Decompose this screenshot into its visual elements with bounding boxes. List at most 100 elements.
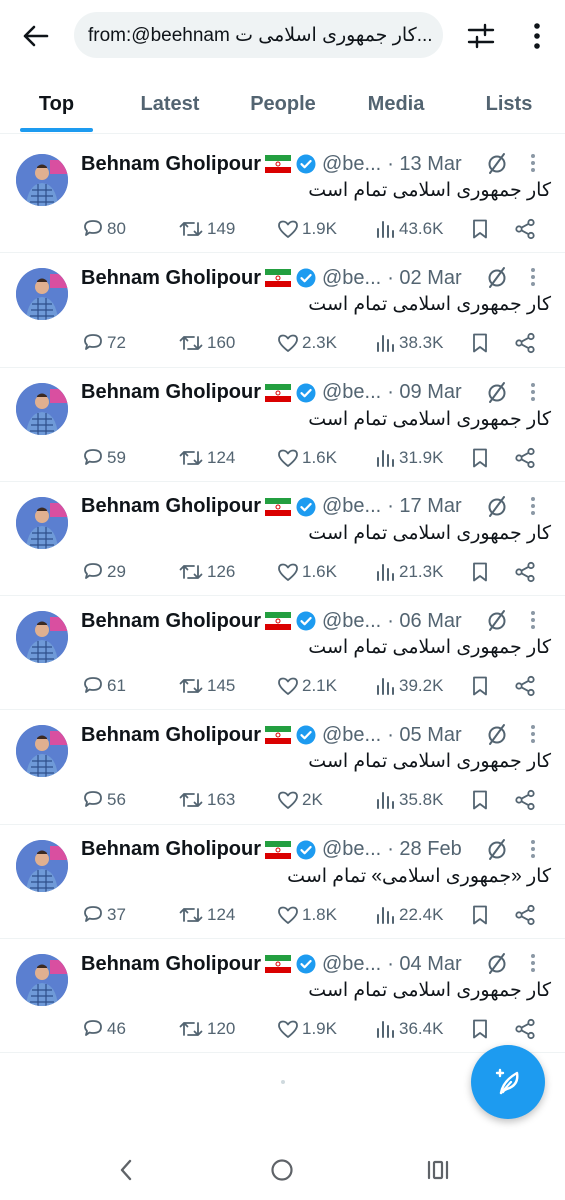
tweet-date[interactable]: · 17 Mar bbox=[387, 495, 461, 518]
back-button[interactable] bbox=[18, 18, 54, 54]
share-button[interactable] bbox=[514, 673, 539, 699]
bookmark-button[interactable] bbox=[470, 330, 493, 356]
compose-button[interactable] bbox=[471, 1045, 545, 1119]
tweet-more-icon[interactable] bbox=[530, 267, 536, 287]
author-handle[interactable]: @be... bbox=[322, 838, 381, 861]
reply-button[interactable]: 72 bbox=[82, 330, 126, 356]
system-home-button[interactable] bbox=[262, 1154, 302, 1186]
share-button[interactable] bbox=[514, 1016, 539, 1042]
share-button[interactable] bbox=[514, 787, 539, 813]
views-button[interactable]: 31.9K bbox=[374, 445, 443, 471]
author-name[interactable]: Behnam Gholipour bbox=[81, 267, 261, 290]
tab-latest[interactable]: Latest bbox=[128, 74, 212, 134]
share-button[interactable] bbox=[514, 559, 539, 585]
avatar[interactable] bbox=[16, 954, 68, 1007]
views-button[interactable]: 21.3K bbox=[374, 559, 443, 585]
retweet-button[interactable]: 120 bbox=[178, 1016, 235, 1042]
tweet[interactable]: Behnam Gholipour 🇮🇷 @be... · 04 Mar کار … bbox=[0, 939, 565, 1054]
avatar[interactable] bbox=[16, 611, 68, 664]
like-button[interactable]: 2.3K bbox=[277, 330, 337, 356]
author-handle[interactable]: @be... bbox=[322, 610, 381, 633]
tweet-more-icon[interactable] bbox=[530, 610, 536, 630]
avatar[interactable] bbox=[16, 839, 68, 892]
avatar[interactable] bbox=[16, 382, 68, 435]
like-button[interactable]: 1.9K bbox=[277, 1016, 337, 1042]
tweet[interactable]: Behnam Gholipour 🇮🇷 @be... · 13 Mar کار … bbox=[0, 139, 565, 254]
system-back-button[interactable] bbox=[106, 1154, 146, 1186]
like-button[interactable]: 1.9K bbox=[277, 216, 337, 242]
reply-button[interactable]: 80 bbox=[82, 216, 126, 242]
reply-button[interactable]: 46 bbox=[82, 1016, 126, 1042]
tab-top[interactable]: Top bbox=[18, 74, 95, 134]
tweet-more-icon[interactable] bbox=[530, 953, 536, 973]
retweet-button[interactable]: 124 bbox=[178, 445, 235, 471]
tab-people[interactable]: People bbox=[238, 74, 328, 134]
author-handle[interactable]: @be... bbox=[322, 724, 381, 747]
bookmark-button[interactable] bbox=[470, 673, 493, 699]
like-button[interactable]: 1.8K bbox=[277, 902, 337, 928]
author-handle[interactable]: @be... bbox=[322, 153, 381, 176]
bookmark-button[interactable] bbox=[470, 559, 493, 585]
tweet-more-icon[interactable] bbox=[530, 382, 536, 402]
like-button[interactable]: 2.1K bbox=[277, 673, 337, 699]
bookmark-button[interactable] bbox=[470, 902, 493, 928]
tweet[interactable]: Behnam Gholipour 🇮🇷 @be... · 28 Feb کار … bbox=[0, 825, 565, 940]
author-name[interactable]: Behnam Gholipour bbox=[81, 381, 261, 404]
tweet-more-icon[interactable] bbox=[530, 153, 536, 173]
search-input[interactable]: from:@beehnam كار جمهوری اسلامی ت... bbox=[74, 12, 443, 58]
retweet-button[interactable]: 163 bbox=[178, 787, 235, 813]
author-handle[interactable]: @be... bbox=[322, 953, 381, 976]
share-button[interactable] bbox=[514, 330, 539, 356]
views-button[interactable]: 22.4K bbox=[374, 902, 443, 928]
search-filter-button[interactable] bbox=[462, 17, 500, 55]
tab-media[interactable]: Media bbox=[356, 74, 436, 134]
retweet-button[interactable]: 160 bbox=[178, 330, 235, 356]
author-handle[interactable]: @be... bbox=[322, 267, 381, 290]
tweet[interactable]: Behnam Gholipour 🇮🇷 @be... · 09 Mar کار … bbox=[0, 368, 565, 482]
tweet[interactable]: Behnam Gholipour 🇮🇷 @be... · 05 Mar کار … bbox=[0, 710, 565, 825]
author-name[interactable]: Behnam Gholipour bbox=[81, 953, 261, 976]
tweet-more-icon[interactable] bbox=[530, 839, 536, 859]
more-options-button[interactable] bbox=[520, 17, 554, 55]
author-name[interactable]: Behnam Gholipour bbox=[81, 495, 261, 518]
bookmark-button[interactable] bbox=[470, 1016, 493, 1042]
tweet-date[interactable]: · 04 Mar bbox=[387, 953, 461, 976]
like-button[interactable]: 1.6K bbox=[277, 445, 337, 471]
avatar[interactable] bbox=[16, 268, 68, 321]
tweet-date[interactable]: · 13 Mar bbox=[387, 153, 461, 176]
views-button[interactable]: 35.8K bbox=[374, 787, 443, 813]
tweet-date[interactable]: · 02 Mar bbox=[387, 267, 461, 290]
retweet-button[interactable]: 126 bbox=[178, 559, 235, 585]
reply-button[interactable]: 37 bbox=[82, 902, 126, 928]
bookmark-button[interactable] bbox=[470, 445, 493, 471]
reply-button[interactable]: 61 bbox=[82, 673, 126, 699]
tweet-date[interactable]: · 09 Mar bbox=[387, 381, 461, 404]
author-name[interactable]: Behnam Gholipour bbox=[81, 724, 261, 747]
share-button[interactable] bbox=[514, 902, 539, 928]
author-name[interactable]: Behnam Gholipour bbox=[81, 838, 261, 861]
retweet-button[interactable]: 149 bbox=[178, 216, 235, 242]
tweet[interactable]: Behnam Gholipour 🇮🇷 @be... · 17 Mar کار … bbox=[0, 482, 565, 597]
author-name[interactable]: Behnam Gholipour bbox=[81, 153, 261, 176]
views-button[interactable]: 39.2K bbox=[374, 673, 443, 699]
avatar[interactable] bbox=[16, 154, 68, 206]
retweet-button[interactable]: 124 bbox=[178, 902, 235, 928]
like-button[interactable]: 2K bbox=[277, 787, 323, 813]
views-button[interactable]: 38.3K bbox=[374, 330, 443, 356]
avatar[interactable] bbox=[16, 496, 68, 549]
tweet-more-icon[interactable] bbox=[530, 496, 536, 516]
tweet[interactable]: Behnam Gholipour 🇮🇷 @be... · 02 Mar کار … bbox=[0, 253, 565, 368]
views-button[interactable]: 36.4K bbox=[374, 1016, 443, 1042]
share-button[interactable] bbox=[514, 216, 539, 242]
author-handle[interactable]: @be... bbox=[322, 381, 381, 404]
tab-lists[interactable]: Lists bbox=[474, 74, 544, 134]
share-button[interactable] bbox=[514, 445, 539, 471]
avatar[interactable] bbox=[16, 725, 68, 778]
author-name[interactable]: Behnam Gholipour bbox=[81, 610, 261, 633]
system-recents-button[interactable] bbox=[418, 1154, 458, 1186]
tweet-date[interactable]: · 06 Mar bbox=[387, 610, 461, 633]
reply-button[interactable]: 29 bbox=[82, 559, 126, 585]
reply-button[interactable]: 56 bbox=[82, 787, 126, 813]
tweet[interactable]: Behnam Gholipour 🇮🇷 @be... · 06 Mar کار … bbox=[0, 596, 565, 711]
tweet-date[interactable]: · 05 Mar bbox=[387, 724, 461, 747]
